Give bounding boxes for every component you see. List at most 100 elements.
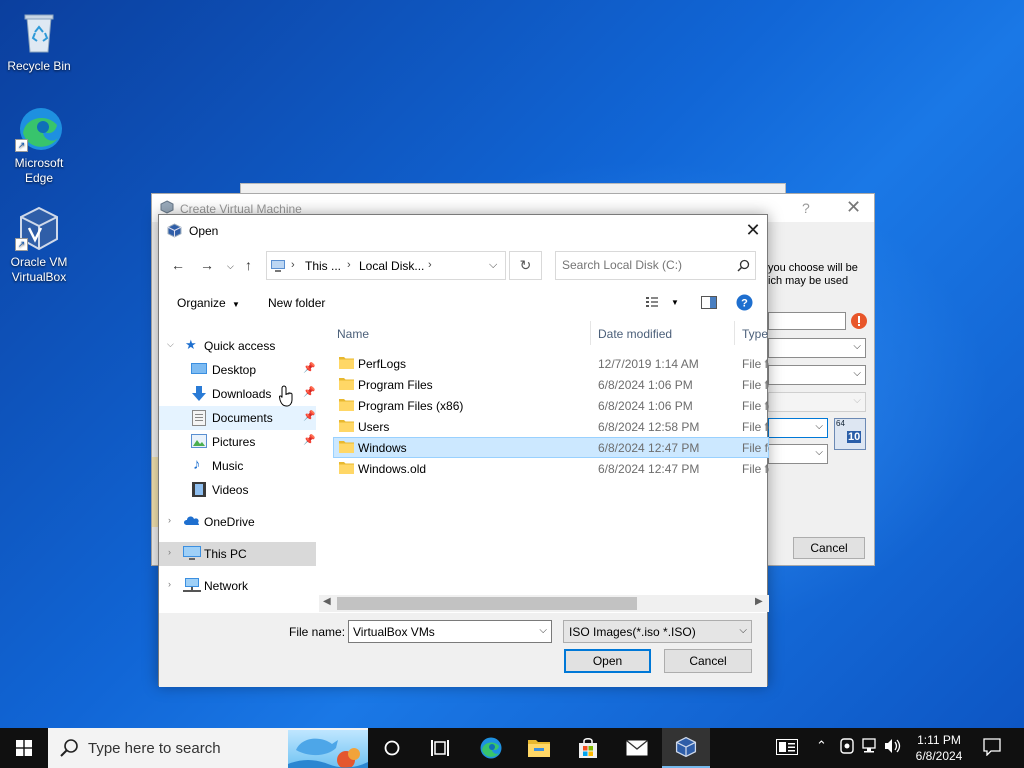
nav-pictures[interactable]: Pictures 📌 bbox=[159, 430, 316, 454]
expand-chevron-icon[interactable]: › bbox=[168, 515, 171, 525]
breadcrumb-local-disk[interactable]: Local Disk... bbox=[359, 259, 424, 273]
folder-icon bbox=[339, 461, 354, 477]
file-row-selected[interactable]: Windows 6/8/2024 12:47 PM File fo bbox=[333, 437, 769, 458]
start-button[interactable] bbox=[0, 728, 48, 768]
nav-videos[interactable]: Videos bbox=[159, 478, 316, 502]
file-type-filter-value: ISO Images(*.iso *.ISO) bbox=[569, 625, 696, 639]
taskbar-mail[interactable] bbox=[613, 728, 661, 768]
type-combo[interactable]: ⌵ bbox=[768, 418, 828, 438]
iso-combo[interactable]: ⌵ bbox=[768, 365, 866, 385]
close-button[interactable]: ✕ bbox=[846, 197, 861, 218]
scrollbar-thumb[interactable] bbox=[337, 597, 637, 610]
recent-locations-chevron-icon[interactable]: ⌵ bbox=[227, 261, 234, 272]
help-icon[interactable]: ? bbox=[736, 294, 753, 314]
scroll-right-arrow-icon[interactable]: ▶ bbox=[755, 596, 763, 607]
file-row[interactable]: Program Files (x86) 6/8/2024 1:06 PM Fil… bbox=[333, 395, 769, 416]
folder-icon bbox=[339, 419, 354, 435]
search-input[interactable] bbox=[562, 258, 732, 272]
file-row[interactable]: Users 6/8/2024 12:58 PM File fo bbox=[333, 416, 769, 437]
nav-label: Quick access bbox=[204, 339, 276, 353]
chevron-down-icon[interactable]: ⌵ bbox=[539, 625, 547, 636]
collapse-chevron-icon[interactable]: ⌵ bbox=[167, 339, 174, 350]
volume-icon[interactable] bbox=[884, 738, 902, 757]
search-box[interactable] bbox=[555, 251, 756, 280]
search-icon bbox=[59, 738, 79, 761]
desktop-icon-edge[interactable]: ↗ Microsoft Edge bbox=[1, 105, 77, 186]
file-name: Program Files bbox=[358, 378, 433, 392]
expand-chevron-icon[interactable]: › bbox=[168, 547, 171, 557]
cancel-button[interactable]: Cancel bbox=[793, 537, 865, 559]
file-name-input[interactable] bbox=[353, 625, 533, 639]
system-clock[interactable]: 1:11 PM 6/8/2024 bbox=[912, 732, 966, 764]
nav-desktop[interactable]: Desktop 📌 bbox=[159, 358, 316, 382]
taskbar-file-explorer[interactable] bbox=[515, 728, 563, 768]
version-combo[interactable]: ⌵ bbox=[768, 444, 828, 464]
nav-this-pc[interactable]: › This PC bbox=[159, 542, 316, 566]
documents-icon bbox=[192, 410, 206, 429]
file-row[interactable]: Program Files 6/8/2024 1:06 PM File fo bbox=[333, 374, 769, 395]
file-name-combo[interactable]: ⌵ bbox=[348, 620, 552, 643]
file-type-filter[interactable]: ISO Images(*.iso *.ISO) ⌵ bbox=[563, 620, 752, 643]
navigation-pane: ⌵ ★ Quick access Desktop 📌 Downloads 📌 D… bbox=[159, 319, 316, 609]
breadcrumb-this-pc[interactable]: This ... bbox=[305, 259, 341, 273]
file-row[interactable]: Windows.old 6/8/2024 12:47 PM File fo bbox=[333, 458, 769, 479]
close-button[interactable]: ✕ bbox=[745, 220, 761, 241]
taskbar-store[interactable] bbox=[564, 728, 612, 768]
file-name: Users bbox=[358, 420, 390, 434]
column-header-name[interactable]: Name bbox=[337, 327, 369, 341]
pin-icon: 📌 bbox=[303, 411, 316, 422]
task-view-button[interactable] bbox=[368, 728, 416, 768]
breadcrumb-separator-icon: › bbox=[428, 259, 432, 271]
column-header-date[interactable]: Date modified bbox=[598, 327, 672, 341]
taskbar-virtualbox[interactable] bbox=[662, 728, 710, 768]
folder-icon bbox=[339, 356, 354, 372]
iso-image-field[interactable] bbox=[768, 312, 846, 330]
nav-quick-access[interactable]: ⌵ ★ Quick access bbox=[159, 334, 316, 358]
taskbar-edge[interactable] bbox=[466, 728, 514, 768]
column-header-type[interactable]: Type bbox=[742, 327, 768, 341]
cancel-button[interactable]: Cancel bbox=[664, 649, 752, 673]
desktop-icon-recycle-bin[interactable]: Recycle Bin bbox=[1, 8, 77, 74]
show-hidden-icons-chevron-icon[interactable]: ⌃ bbox=[816, 738, 827, 754]
file-date: 6/8/2024 12:47 PM bbox=[598, 441, 700, 455]
desktop-icon-label: Microsoft bbox=[14, 156, 64, 170]
organize-menu[interactable]: Organize ▼ bbox=[177, 296, 240, 310]
store-bag-icon bbox=[579, 738, 597, 758]
folder-combo[interactable]: ⌵ bbox=[768, 338, 866, 358]
up-arrow-icon[interactable]: ↑ bbox=[245, 257, 252, 273]
expand-chevron-icon[interactable]: › bbox=[168, 579, 171, 589]
help-button[interactable]: ? bbox=[802, 200, 810, 216]
network-icon[interactable] bbox=[862, 738, 880, 757]
nav-label: Videos bbox=[212, 483, 249, 497]
address-bar[interactable]: › This ... › Local Disk... › ⌵ bbox=[266, 251, 506, 280]
back-arrow-icon[interactable]: ← bbox=[171, 257, 185, 273]
task-view-button[interactable] bbox=[416, 728, 464, 768]
breadcrumb-separator-icon: › bbox=[291, 259, 295, 271]
file-row[interactable]: PerfLogs 12/7/2019 1:14 AM File fo bbox=[333, 353, 769, 374]
desktop-icon-label: VirtualBox bbox=[11, 270, 67, 284]
view-options-triangle-icon[interactable]: ▼ bbox=[671, 298, 679, 307]
address-dropdown-chevron-icon[interactable]: ⌵ bbox=[489, 259, 497, 272]
refresh-button[interactable]: ↻ bbox=[509, 251, 542, 280]
action-center-icon[interactable] bbox=[983, 738, 1001, 759]
forward-arrow-icon[interactable]: → bbox=[200, 257, 214, 273]
new-folder-button[interactable]: New folder bbox=[268, 296, 325, 310]
meet-now-icon[interactable] bbox=[840, 738, 854, 757]
open-button[interactable]: Open bbox=[564, 649, 651, 673]
taskbar-search-box[interactable]: Type here to search bbox=[48, 728, 368, 768]
refresh-icon: ↻ bbox=[519, 257, 532, 273]
dropdown-triangle-icon: ▼ bbox=[232, 300, 240, 309]
notification-badge-icon[interactable] bbox=[776, 739, 798, 758]
horizontal-scrollbar[interactable]: ◀ ▶ bbox=[319, 595, 769, 612]
scroll-left-arrow-icon[interactable]: ◀ bbox=[323, 596, 331, 607]
nav-music[interactable]: ♪ Music bbox=[159, 454, 316, 478]
change-view-icon[interactable] bbox=[646, 296, 662, 311]
nav-network[interactable]: › Network bbox=[159, 574, 316, 598]
music-note-icon: ♪ bbox=[193, 456, 201, 473]
file-date: 12/7/2019 1:14 AM bbox=[598, 357, 699, 371]
desktop-icon-virtualbox[interactable]: ↗ Oracle VM VirtualBox bbox=[1, 204, 77, 285]
nav-label: Music bbox=[212, 459, 244, 473]
nav-onedrive[interactable]: › OneDrive bbox=[159, 510, 316, 534]
file-type: File fo bbox=[742, 399, 769, 413]
preview-pane-icon[interactable] bbox=[701, 296, 717, 312]
